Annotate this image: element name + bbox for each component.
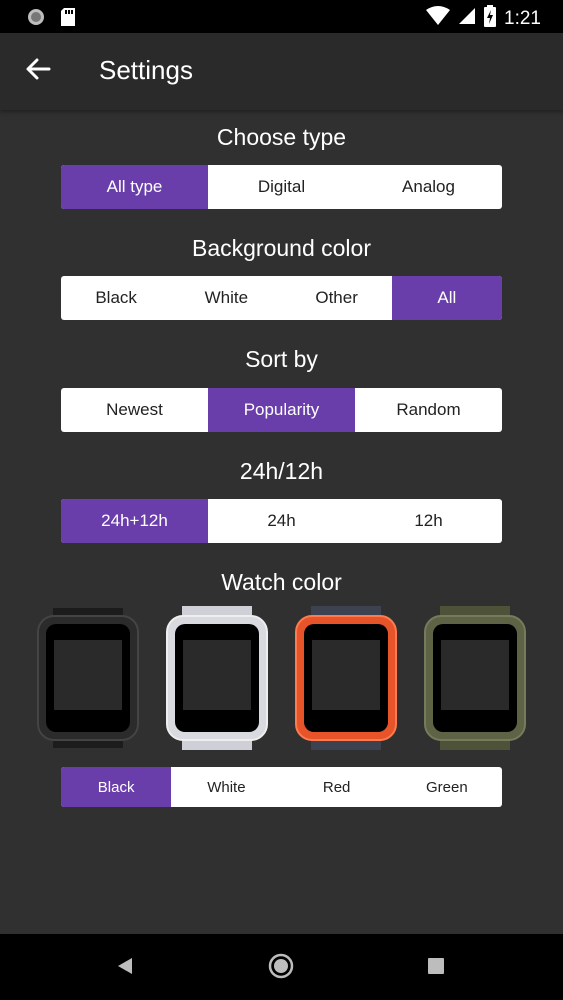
background-color-selector: Black White Other All: [61, 276, 502, 320]
hour-format-selector: 24h+12h 24h 12h: [61, 499, 502, 543]
arrow-left-icon: [25, 56, 51, 87]
type-option-analog[interactable]: Analog: [355, 165, 502, 209]
signal-icon: [458, 7, 476, 31]
sort-by-title: Sort by: [245, 346, 318, 372]
watch-white-image[interactable]: [162, 604, 272, 752]
circle-home-icon: [267, 952, 295, 985]
type-selector: All type Digital Analog: [61, 165, 502, 209]
nav-recents-button[interactable]: [420, 952, 452, 984]
sort-selector: Newest Popularity Random: [61, 388, 502, 432]
background-option-white[interactable]: White: [171, 276, 281, 320]
watch-color-previews: [0, 604, 563, 754]
nav-home-button[interactable]: [265, 952, 297, 984]
square-recents-icon: [427, 957, 445, 980]
watch-color-selector: Black White Red Green: [61, 767, 502, 807]
hour-option-both[interactable]: 24h+12h: [61, 499, 208, 543]
watch-option-green[interactable]: Green: [392, 767, 502, 807]
page-title: Settings: [99, 55, 193, 85]
watch-red-image[interactable]: [291, 604, 401, 752]
hour-format-title: 24h/12h: [239, 458, 324, 484]
back-button[interactable]: [20, 53, 56, 89]
notification-dot-icon: [26, 7, 46, 32]
type-option-all[interactable]: All type: [61, 165, 208, 209]
sort-option-popularity[interactable]: Popularity: [208, 388, 355, 432]
status-bar: 1:21: [0, 0, 563, 33]
choose-type-title: Choose type: [216, 124, 347, 150]
sort-option-newest[interactable]: Newest: [61, 388, 208, 432]
watch-green-image[interactable]: [420, 604, 530, 752]
nav-back-button[interactable]: [109, 952, 141, 984]
wifi-icon: [426, 6, 451, 32]
navigation-bar: [0, 934, 563, 1000]
clock-text: 1:21: [504, 8, 541, 29]
app-bar: Settings: [0, 33, 563, 110]
background-color-title: Background color: [192, 235, 371, 261]
background-option-all[interactable]: All: [391, 276, 502, 320]
watch-option-red[interactable]: Red: [282, 767, 392, 807]
watch-black-image[interactable]: [33, 604, 143, 752]
watch-option-black[interactable]: Black: [61, 767, 172, 807]
hour-option-12h[interactable]: 12h: [355, 499, 502, 543]
hour-option-24h[interactable]: 24h: [208, 499, 355, 543]
triangle-back-icon: [115, 956, 135, 981]
type-option-digital[interactable]: Digital: [208, 165, 355, 209]
sort-option-random[interactable]: Random: [355, 388, 502, 432]
watch-option-white[interactable]: White: [171, 767, 281, 807]
background-option-black[interactable]: Black: [61, 276, 171, 320]
battery-icon: [484, 5, 497, 33]
watch-color-title: Watch color: [221, 569, 342, 595]
sd-card-icon: [60, 7, 76, 32]
background-option-other[interactable]: Other: [282, 276, 392, 320]
